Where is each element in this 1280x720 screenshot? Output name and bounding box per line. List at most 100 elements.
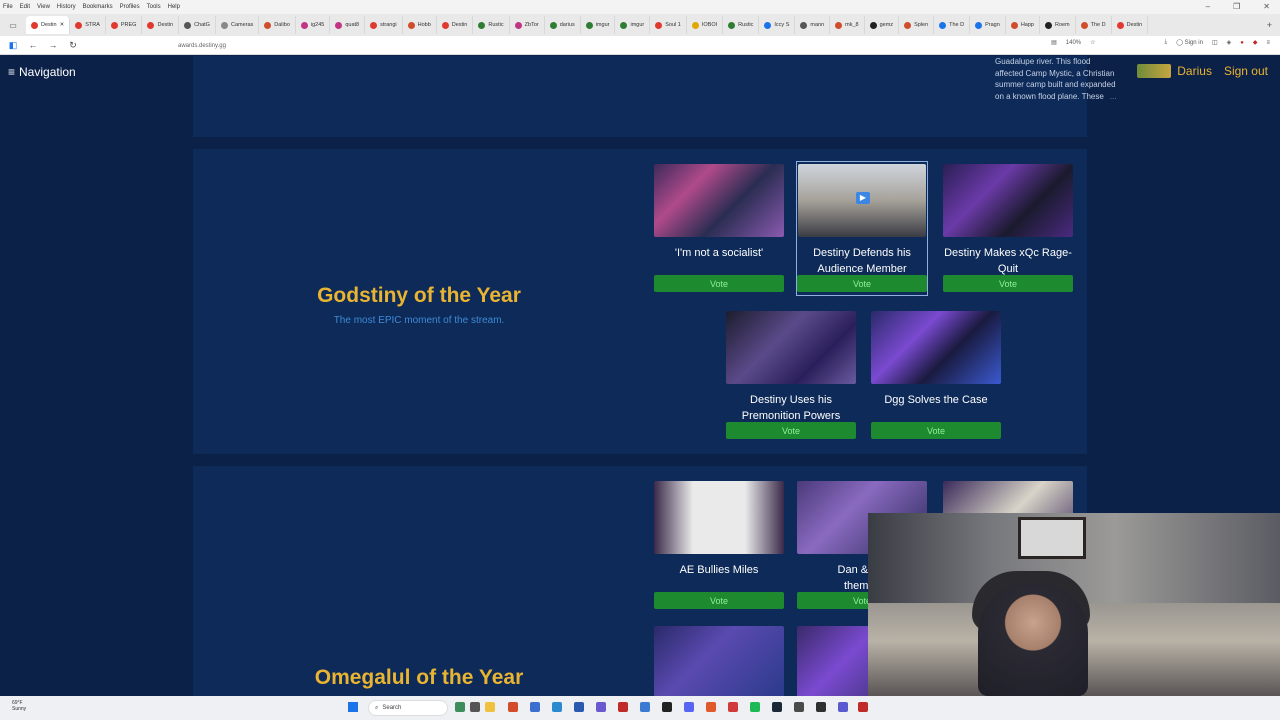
browser-tab[interactable]: Pragn (970, 16, 1006, 34)
browser-tab[interactable]: The D (934, 16, 971, 34)
browser-tab[interactable]: STRA (70, 16, 106, 34)
weather-widget[interactable]: 69°F Sunny (12, 700, 26, 712)
extension-red-icon[interactable]: ◆ (1253, 39, 1258, 46)
browser-tab[interactable]: ChatG (179, 16, 216, 34)
browser-tab[interactable]: quat8 (330, 16, 366, 34)
app-icon[interactable] (640, 702, 650, 712)
app-icon[interactable] (530, 702, 540, 712)
app-icon[interactable] (858, 702, 868, 712)
menu-tools[interactable]: Tools (147, 4, 161, 10)
nominee-thumbnail[interactable] (654, 626, 784, 696)
username[interactable]: Darius (1177, 64, 1212, 78)
browser-tab[interactable]: Soul 1 (650, 16, 687, 34)
browser-tab[interactable]: Destin ✕ (26, 16, 71, 34)
vote-button[interactable]: Vote (943, 275, 1073, 292)
forward-icon[interactable]: → (46, 38, 60, 52)
app-icon[interactable] (662, 702, 672, 712)
vote-button[interactable]: Vote (654, 592, 784, 609)
restore-icon[interactable]: ❐ (1233, 2, 1240, 11)
browser-tab[interactable]: Cameras (216, 16, 260, 34)
browser-tab[interactable]: Dalibo (259, 16, 296, 34)
browser-tab[interactable]: Destin (142, 16, 180, 34)
bookmark-star-icon[interactable]: ☆ (1090, 39, 1095, 46)
back-icon[interactable]: ← (26, 38, 40, 52)
edge-icon[interactable] (552, 702, 562, 712)
browser-tab[interactable]: IOBOI (687, 16, 724, 34)
browser-tab[interactable]: ig245 (296, 16, 331, 34)
browser-tab[interactable]: gemz (865, 16, 900, 34)
read-more-link[interactable]: ... (1110, 92, 1117, 101)
new-tab-icon[interactable]: + (1259, 20, 1280, 30)
discord-icon[interactable] (684, 702, 694, 712)
download-icon[interactable]: ⤓ (1165, 39, 1168, 46)
nominee-thumbnail[interactable] (943, 164, 1073, 237)
play-icon[interactable]: ▶ (856, 192, 870, 204)
shield-icon[interactable]: ◈ (1227, 39, 1232, 46)
browser-tab[interactable]: Happ (1006, 16, 1040, 34)
menu-view[interactable]: View (37, 4, 50, 10)
taskbar-search[interactable]: ⌕ Search (368, 700, 448, 716)
menu-file[interactable]: File (3, 4, 13, 10)
browser-tab[interactable]: darius (545, 16, 581, 34)
minimize-icon[interactable]: – (1206, 2, 1210, 11)
vote-button[interactable]: Vote (797, 275, 927, 292)
tab-overview-icon[interactable]: ▭ (0, 16, 26, 34)
browser-tab[interactable]: mann (795, 16, 831, 34)
browser-tab[interactable]: Rustic (473, 16, 510, 34)
sidebar-toggle-icon[interactable]: ◧ (6, 38, 20, 52)
app-icon[interactable] (508, 702, 518, 712)
menu-profiles[interactable]: Profiles (120, 4, 140, 10)
browser-tab[interactable]: Rustic (723, 16, 760, 34)
menu-history[interactable]: History (57, 4, 76, 10)
terminal-icon[interactable] (816, 702, 826, 712)
vote-button[interactable]: Vote (726, 422, 856, 439)
browser-tab[interactable]: Roem (1040, 16, 1076, 34)
file-explorer-icon[interactable] (485, 702, 495, 712)
vote-button[interactable]: Vote (871, 422, 1001, 439)
app-icon[interactable] (728, 702, 738, 712)
menu-help[interactable]: Help (168, 4, 180, 10)
close-tab-icon[interactable]: ✕ (60, 22, 65, 28)
avatar[interactable] (1137, 64, 1172, 78)
vote-button[interactable]: Vote (654, 275, 784, 292)
app-icon[interactable] (618, 702, 628, 712)
nominee-thumbnail[interactable] (726, 311, 856, 384)
start-icon[interactable] (348, 702, 358, 712)
browser-tab[interactable]: Splen (899, 16, 935, 34)
spotify-icon[interactable] (750, 702, 760, 712)
browser-tab[interactable]: The D (1076, 16, 1112, 34)
sign-out-link[interactable]: Sign out (1224, 64, 1268, 78)
browser-tab[interactable]: Iccy S (759, 16, 796, 34)
steam-icon[interactable] (772, 702, 782, 712)
close-window-icon[interactable]: ✕ (1263, 2, 1270, 11)
nominee-thumbnail[interactable] (871, 311, 1001, 384)
menu-icon[interactable]: ≡ (1266, 40, 1270, 46)
app-icon[interactable] (794, 702, 804, 712)
browser-tab[interactable]: Destin (1112, 16, 1149, 34)
nominee-thumbnail[interactable] (654, 481, 784, 554)
browser-tab[interactable]: ZbTor (510, 16, 545, 34)
browser-tab[interactable]: imgur (581, 16, 616, 34)
extensions-icon[interactable]: ◫ (1212, 39, 1218, 46)
sign-in-button[interactable]: ◯ Sign in (1176, 39, 1203, 46)
nominee-thumbnail[interactable] (654, 164, 784, 237)
browser-tab[interactable]: mk_8 (830, 16, 865, 34)
nominee-thumbnail[interactable]: ▶ (798, 164, 926, 237)
navigation-toggle[interactable]: ≡ Navigation (8, 65, 76, 79)
zoom-level[interactable]: 140% (1066, 40, 1081, 46)
menu-bookmarks[interactable]: Bookmarks (83, 4, 113, 10)
reader-icon[interactable]: ▤ (1051, 39, 1057, 46)
widgets-icon[interactable] (455, 702, 465, 712)
ublock-icon[interactable]: ● (1240, 40, 1244, 46)
task-view-icon[interactable] (470, 702, 480, 712)
browser-tab[interactable]: PREG (106, 16, 143, 34)
app-icon[interactable] (596, 702, 606, 712)
app-icon[interactable] (574, 702, 584, 712)
reload-icon[interactable]: ↻ (66, 38, 80, 52)
app-icon[interactable] (838, 702, 848, 712)
firefox-icon[interactable] (706, 702, 716, 712)
address-bar[interactable]: awards.destiny.gg (135, 40, 1035, 52)
browser-tab[interactable]: imgur (615, 16, 651, 34)
browser-tab[interactable]: Hobb (403, 16, 437, 34)
browser-tab[interactable]: strangi (365, 16, 403, 34)
